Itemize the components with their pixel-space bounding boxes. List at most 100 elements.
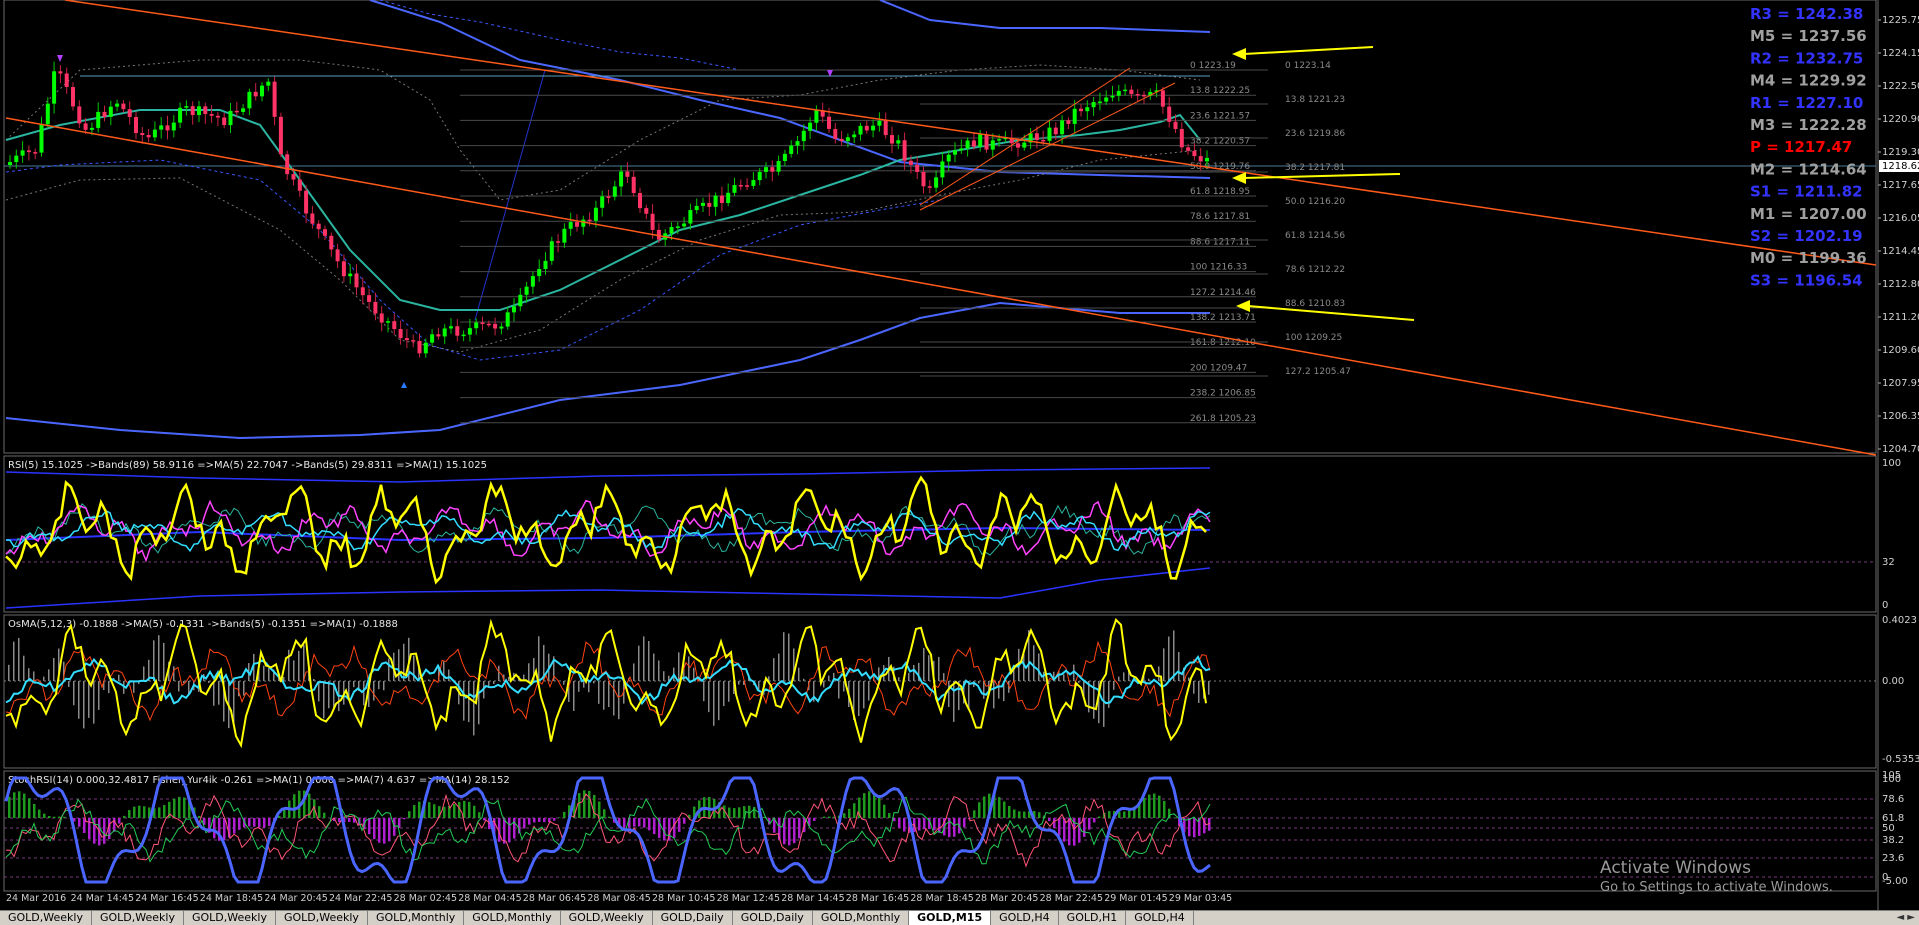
osma-histogram-bar [133,681,135,693]
price-tick-label: 1222.50 [1882,81,1919,92]
candle-body [884,121,888,135]
osma-histogram-bar [1168,637,1170,681]
osma-histogram-bar [923,648,925,681]
candle-body [909,161,913,165]
osma-histogram-bar [1063,674,1065,681]
osma-histogram-bar [583,681,585,688]
stoch-tick-label: 50 [1882,823,1895,834]
candle-body [355,274,359,288]
candle-body [1205,158,1209,161]
osma-panel-label: OsMA(5,12,3) -0.1888 ->MA(5) -0.1331 ->B… [8,619,398,630]
osma-histogram-bar [573,681,575,711]
osma-histogram-bar [713,681,715,726]
fisher-histogram-bar [1078,818,1081,843]
candle-body [915,165,919,172]
fisher-histogram-bar [183,797,186,818]
fisher-histogram-bar [1058,818,1061,836]
chart-tab-gold-daily[interactable]: GOLD,Daily [733,911,813,925]
chart-tab-gold-monthly[interactable]: GOLD,Monthly [464,911,560,925]
fisher-histogram-bar [793,818,796,843]
candle-body [210,114,214,116]
fisher-histogram-bar [318,806,321,818]
chart-area[interactable]: 1225.751224.151222.501220.901219.301217.… [0,0,1919,910]
fisher-histogram-bar [238,818,241,830]
candle-body [1066,120,1070,124]
price-tick-label: 1216.05 [1882,213,1919,224]
stoch-tick-label: 38.2 [1882,835,1904,846]
osma-histogram-bar [13,642,15,681]
candle-body [430,334,434,342]
fib-level-b-label: 0 1223.14 [1285,61,1331,71]
candle-body [134,117,138,133]
osma-histogram-bar [608,681,610,707]
fisher-histogram-bar [918,818,921,831]
fisher-histogram-bar [128,810,131,818]
osma-histogram-bar [8,665,10,681]
pivot-level-label: M3 = 1222.28 [1750,116,1867,134]
candle-body [235,111,239,113]
candle-body [449,326,453,328]
osma-histogram-bar [443,661,445,681]
chart-tab-gold-weekly[interactable]: GOLD,Weekly [0,911,92,925]
osma-histogram-bar [263,666,265,681]
chart-tab-gold-monthly[interactable]: GOLD,Monthly [368,911,464,925]
osma-histogram-bar [648,641,650,681]
chart-tab-gold-m15[interactable]: GOLD,M15 [909,911,991,925]
osma-histogram-bar [378,681,380,689]
price-tick-label: 1206.35 [1882,411,1919,422]
price-tick-label: 1217.65 [1882,180,1919,191]
fib-level-a-label: 61.8 1218.95 [1190,187,1250,197]
candle-body [222,118,226,126]
candle-body [71,87,75,106]
candle-body [336,249,340,261]
chart-tab-gold-weekly[interactable]: GOLD,Weekly [276,911,368,925]
fisher-histogram-bar [33,804,36,818]
fisher-histogram-bar [593,795,596,818]
chart-tab-gold-monthly[interactable]: GOLD,Monthly [813,911,909,925]
stoch-tick-label: 23.6 [1882,853,1904,864]
candle-body [1136,94,1140,96]
fisher-histogram-bar [683,818,686,824]
chart-tab-gold-weekly[interactable]: GOLD,Weekly [184,911,276,925]
fisher-histogram-bar [938,818,941,833]
pivot-level-label: R3 = 1242.38 [1750,5,1863,23]
pivot-level-label: M2 = 1214.64 [1750,160,1867,178]
osma-histogram-bar [398,649,400,681]
candle-body [789,146,793,154]
fisher-histogram-bar [403,818,406,819]
fisher-histogram-bar [383,818,386,844]
fisher-histogram-bar [1098,817,1101,818]
osma-histogram-bar [78,681,80,719]
chart-tab-gold-h1[interactable]: GOLD,H1 [1059,911,1127,925]
fib-level-b-label: 100 1209.25 [1285,333,1342,343]
osma-histogram-bar [908,673,910,681]
time-axis-label: 28 Mar 04:45 [458,893,521,904]
candle-body [128,109,132,117]
candle-body [840,139,844,141]
osma-histogram-bar [788,634,790,681]
candle-body [65,73,69,87]
fisher-histogram-bar [198,816,201,818]
chart-tab-gold-weekly[interactable]: GOLD,Weekly [561,911,653,925]
candle-body [27,150,31,152]
candle-body [329,236,333,250]
candle-body [474,322,478,328]
fisher-histogram-bar [253,818,256,827]
osma-histogram-bar [448,670,450,681]
tab-scroll-arrows[interactable]: ◄ ► [1892,911,1919,925]
fisher-histogram-bar [478,812,481,818]
candle-body [808,123,812,131]
osma-histogram-bar [948,681,950,707]
chart-tab-gold-weekly[interactable]: GOLD,Weekly [92,911,184,925]
chart-tab-gold-h4[interactable]: GOLD,H4 [1126,911,1194,925]
candle-body [405,338,409,340]
candle-body [468,328,472,334]
time-axis-label: 28 Mar 10:45 [652,893,715,904]
candle-body [103,112,107,117]
rsi-tick-label: 100 [1882,458,1901,469]
fisher-histogram-bar [1008,806,1011,818]
chart-tab-gold-daily[interactable]: GOLD,Daily [653,911,733,925]
osma-histogram-bar [633,663,635,681]
chart-tab-gold-h4[interactable]: GOLD,H4 [991,911,1059,925]
osma-histogram-bar [373,681,375,701]
